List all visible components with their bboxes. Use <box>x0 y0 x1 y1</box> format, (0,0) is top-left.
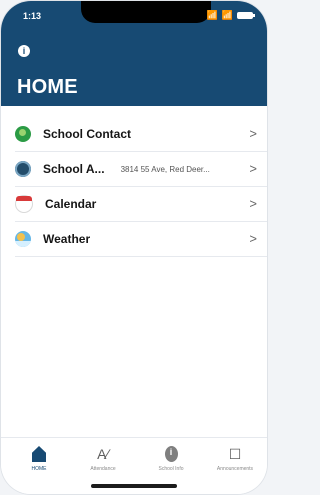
list-item-label: Weather <box>43 232 91 246</box>
notch <box>81 1 211 23</box>
home-icon <box>32 446 46 462</box>
status-time: 1:13 <box>23 11 42 21</box>
home-indicator <box>91 484 177 488</box>
announcements-icon: ☐ <box>228 446 242 462</box>
tab-bar: HOME A∕ Attendance i School Info ☐ Annou… <box>1 437 267 494</box>
list-item-label: School A... <box>43 162 105 176</box>
attendance-icon: A∕ <box>97 446 109 462</box>
weather-icon <box>15 231 31 247</box>
list-item-school-contact[interactable]: School Contact > <box>15 117 267 152</box>
page-title: HOME <box>17 76 78 98</box>
tab-label: HOME <box>31 466 47 472</box>
tab-attendance[interactable]: A∕ Attendance <box>73 446 133 472</box>
tab-label: School Info <box>158 466 184 472</box>
list-item-detail: 3814 55 Ave, Red Deer... <box>120 164 210 174</box>
list-item-label: Calendar <box>45 197 97 211</box>
tab-home[interactable]: HOME <box>9 446 69 472</box>
tab-announcements[interactable]: ☐ Announcements <box>205 446 265 472</box>
list-item-calendar[interactable]: Calendar > <box>15 187 267 222</box>
chevron-right-icon: > <box>249 231 257 246</box>
chevron-right-icon: > <box>249 126 257 141</box>
tab-label: Attendance <box>90 466 116 472</box>
signal-icon: 📶 <box>206 10 218 20</box>
tab-label: Announcements <box>216 466 254 472</box>
info-icon[interactable]: i <box>18 45 30 57</box>
header: 1:13 📶 📶 i HOME <box>1 1 267 106</box>
home-list: School Contact > School A... 3814 55 Ave… <box>1 117 267 257</box>
list-item-school-address[interactable]: School A... 3814 55 Ave, Red Deer... > <box>15 152 267 187</box>
info-icon: i <box>164 446 178 462</box>
wifi-icon: 📶 <box>221 10 233 20</box>
calendar-icon <box>15 195 33 213</box>
list-item-weather[interactable]: Weather > <box>15 222 267 257</box>
chevron-right-icon: > <box>249 161 257 176</box>
status-icons: 📶 📶 <box>206 10 255 21</box>
list-item-label: School Contact <box>43 127 132 141</box>
phone-screen: 1:13 📶 📶 i HOME School Contact > School … <box>1 1 267 494</box>
battery-icon <box>237 12 255 19</box>
tab-school-info[interactable]: i School Info <box>141 446 201 472</box>
school-address-icon <box>15 161 31 177</box>
school-contact-icon <box>15 126 31 142</box>
chevron-right-icon: > <box>249 196 257 211</box>
